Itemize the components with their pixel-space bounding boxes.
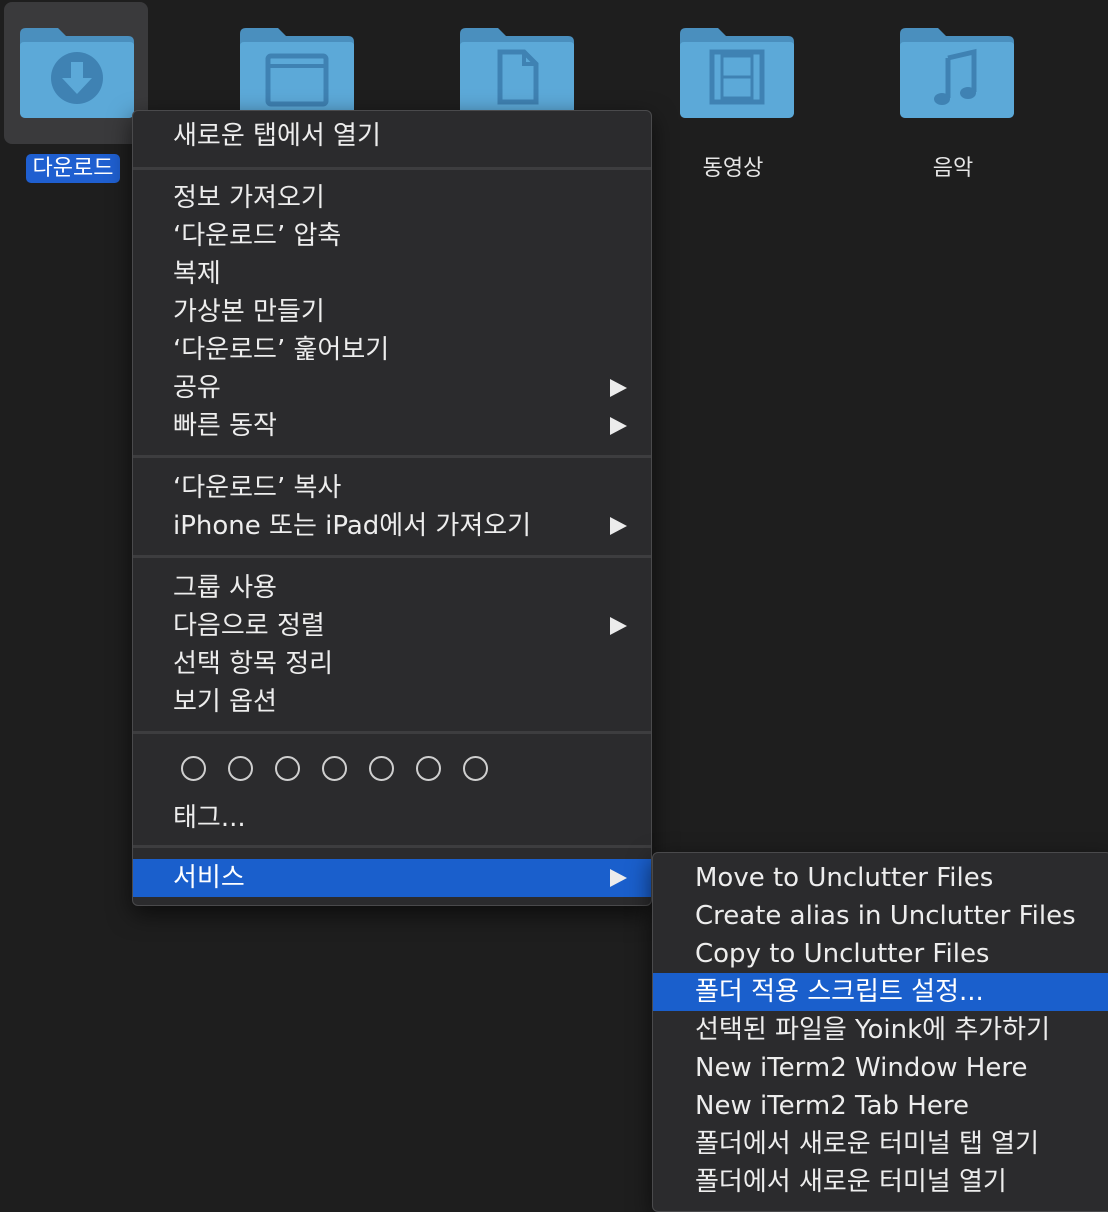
menu-item-label: iPhone 또는 iPad에서 가져오기: [173, 511, 532, 541]
service-new-terminal[interactable]: 폴더에서 새로운 터미널 열기: [653, 1163, 1108, 1201]
window-folder-icon: [240, 28, 354, 118]
menu-item-import-iphone[interactable]: iPhone 또는 iPad에서 가져오기: [133, 507, 651, 545]
tag-circle-icon[interactable]: [369, 756, 394, 781]
menu-item-open-new-tab[interactable]: 새로운 탭에서 열기: [133, 117, 651, 155]
music-folder-icon: [900, 28, 1014, 118]
submenu-arrow-icon: [610, 617, 627, 635]
submenu-arrow-icon: [610, 417, 627, 435]
service-move-to-unclutter[interactable]: Move to Unclutter Files: [653, 859, 1108, 897]
service-create-alias-unclutter[interactable]: Create alias in Unclutter Files: [653, 897, 1108, 935]
menu-item-make-alias[interactable]: 가상본 만들기: [133, 293, 651, 331]
folder-label-downloads: 다운로드: [25, 154, 121, 183]
service-copy-to-unclutter[interactable]: Copy to Unclutter Files: [653, 935, 1108, 973]
menu-item-tags[interactable]: 태그...: [133, 799, 651, 837]
menu-item-label: 서비스: [173, 863, 245, 893]
menu-item-view-options[interactable]: 보기 옵션: [133, 683, 651, 721]
menu-item-label: 공유: [173, 373, 221, 403]
folder-downloads[interactable]: 다운로드: [0, 0, 148, 190]
service-new-iterm2-tab[interactable]: New iTerm2 Tab Here: [653, 1087, 1108, 1125]
document-folder-icon: [460, 28, 574, 118]
folder-movies[interactable]: 동영상: [660, 0, 806, 190]
menu-item-sort-by[interactable]: 다음으로 정렬: [133, 607, 651, 645]
menu-item-quick-actions[interactable]: 빠른 동작: [133, 407, 651, 445]
service-add-to-yoink[interactable]: 선택된 파일을 Yoink에 추가하기: [653, 1011, 1108, 1049]
movies-folder-icon: [680, 28, 794, 118]
menu-item-label: 빠른 동작: [173, 411, 277, 441]
tag-circle-icon[interactable]: [463, 756, 488, 781]
service-new-iterm2-window[interactable]: New iTerm2 Window Here: [653, 1049, 1108, 1087]
tag-circle-icon[interactable]: [228, 756, 253, 781]
menu-separator: [133, 455, 651, 458]
folder-label-movies: 동영상: [702, 156, 764, 181]
tag-circle-icon[interactable]: [322, 756, 347, 781]
menu-item-compress[interactable]: ‘다운로드’ 압축: [133, 217, 651, 255]
menu-item-copy[interactable]: ‘다운로드’ 복사: [133, 469, 651, 507]
menu-separator: [133, 731, 651, 734]
menu-item-label: 다음으로 정렬: [173, 611, 325, 641]
menu-item-duplicate[interactable]: 복제: [133, 255, 651, 293]
folder-label-music: 음악: [932, 156, 974, 181]
submenu-arrow-icon: [610, 379, 627, 397]
menu-item-use-groups[interactable]: 그룹 사용: [133, 569, 651, 607]
service-new-terminal-tab[interactable]: 폴더에서 새로운 터미널 탭 열기: [653, 1125, 1108, 1163]
service-folder-action-setup[interactable]: 폴더 적용 스크립트 설정...: [653, 973, 1108, 1011]
tag-color-picker: [181, 756, 488, 781]
menu-separator: [133, 845, 651, 848]
menu-item-share[interactable]: 공유: [133, 369, 651, 407]
menu-item-quick-look[interactable]: ‘다운로드’ 훑어보기: [133, 331, 651, 369]
menu-separator: [133, 167, 651, 170]
tag-circle-icon[interactable]: [416, 756, 441, 781]
folder-music[interactable]: 음악: [880, 0, 1026, 190]
submenu-arrow-icon: [610, 517, 627, 535]
services-submenu: Move to Unclutter Files Create alias in …: [652, 852, 1108, 1212]
menu-item-services[interactable]: 서비스: [133, 859, 651, 897]
menu-separator: [133, 555, 651, 558]
context-menu: 새로운 탭에서 열기 정보 가져오기 ‘다운로드’ 압축 복제 가상본 만들기 …: [132, 110, 652, 906]
menu-item-get-info[interactable]: 정보 가져오기: [133, 179, 651, 217]
menu-item-clean-up[interactable]: 선택 항목 정리: [133, 645, 651, 683]
tag-circle-icon[interactable]: [181, 756, 206, 781]
submenu-arrow-icon: [610, 869, 627, 887]
tag-circle-icon[interactable]: [275, 756, 300, 781]
download-folder-icon: [20, 28, 134, 118]
